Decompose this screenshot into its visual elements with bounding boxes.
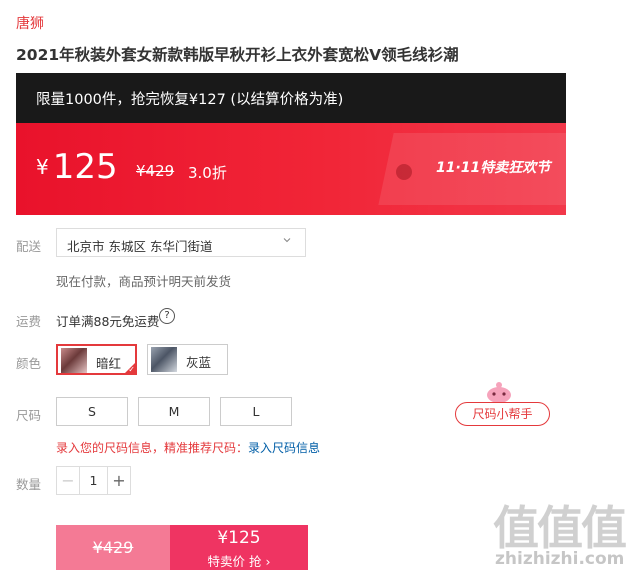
currency-symbol: ¥ (36, 155, 49, 179)
size-hint: 录入您的尺码信息，精准推荐尺码：录入尺码信息 (56, 439, 320, 456)
delivery-note: 现在付款，商品预计明天前发货 (56, 274, 232, 289)
chevron-down-icon (283, 238, 291, 243)
buy-price: ¥125 (217, 528, 261, 548)
size-option-s[interactable]: S (56, 397, 128, 426)
size-hint-text: 录入您的尺码信息，精准推荐尺码： (56, 441, 249, 455)
increase-button[interactable]: + (107, 467, 130, 494)
promo-limit-text: 限量1000件，抢完恢复¥127 (以结算价格为准) (36, 92, 344, 108)
delivery-label: 配送 (16, 239, 42, 254)
brand-name[interactable]: 唐狮 (16, 13, 44, 33)
original-price-block: ¥429 (56, 525, 170, 570)
watermark-domain: zhizhizhi.com (495, 549, 625, 569)
check-icon: ✓ (128, 365, 135, 374)
size-option-m[interactable]: M (138, 397, 210, 426)
site-watermark: 值值值 zhizhizhi.com (493, 492, 639, 577)
help-icon[interactable]: ? (159, 308, 175, 324)
quantity-label: 数量 (16, 477, 42, 492)
event-tag-text: 11·11特卖狂欢节 (436, 160, 551, 176)
size-label: 尺码 (16, 408, 42, 423)
promo-price: ¥125 (36, 147, 118, 187)
promo-limit-bar: 限量1000件，抢完恢复¥127 (以结算价格为准) (16, 73, 566, 123)
buy-now-button[interactable]: ¥125 特卖价 抢 › (170, 525, 308, 570)
promo-price-value: 125 (52, 147, 118, 187)
color-label: 颜色 (16, 356, 42, 371)
color-option-label: 暗红 (96, 356, 122, 371)
quantity-stepper: − 1 + (56, 466, 131, 495)
size-info-link[interactable]: 录入尺码信息 (248, 441, 320, 455)
address-text: 北京市 东城区 东华门街道 (67, 239, 213, 254)
color-swatch-image (61, 348, 87, 373)
promo-discount: 3.0折 (188, 164, 227, 182)
address-selector[interactable]: 北京市 东城区 东华门街道 (56, 228, 306, 257)
size-option-l[interactable]: L (220, 397, 292, 426)
shipping-text: 订单满88元免运费 (56, 314, 160, 329)
color-swatch-image (151, 347, 177, 372)
shipping-label: 运费 (16, 314, 42, 329)
promo-price-bar: ¥125 ¥429 3.0折 11·11特卖狂欢节 (16, 123, 566, 215)
color-option-label: 灰蓝 (186, 355, 212, 370)
decrease-button[interactable]: − (57, 467, 80, 494)
promo-banner: 限量1000件，抢完恢复¥127 (以结算价格为准) ¥125 ¥429 3.0… (16, 73, 566, 215)
color-option-gray-blue[interactable]: 灰蓝 (147, 344, 228, 375)
product-title: 2021年秋装外套女新款韩版早秋开衫上衣外套宽松V领毛线衫潮 (16, 46, 459, 64)
color-option-dark-red[interactable]: 暗红 ✓ (56, 344, 137, 375)
buy-action-label: 特卖价 抢 › (207, 554, 271, 569)
mascot-icon (487, 382, 511, 402)
size-helper-button[interactable]: 尺码小帮手 (455, 402, 550, 426)
tag-hole-icon (396, 164, 412, 180)
quantity-input[interactable]: 1 (80, 467, 107, 494)
promo-original-price: ¥429 (136, 162, 175, 180)
